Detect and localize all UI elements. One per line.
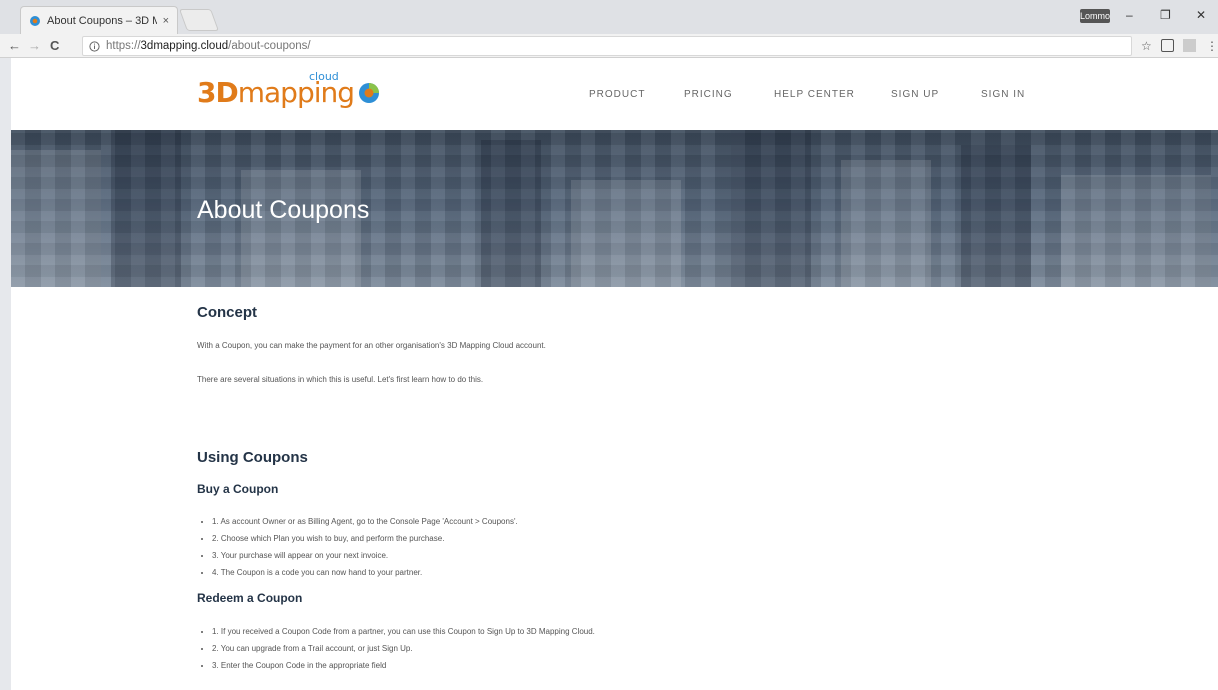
back-icon[interactable]: ←	[8, 38, 21, 53]
browser-tab-bar: About Coupons – 3D Ma × Lommo – ❐ ✕	[0, 0, 1218, 34]
paragraph: There are several situations in which th…	[197, 375, 484, 384]
nav-help-center[interactable]: HELP CENTER	[774, 89, 855, 100]
list-item: 3. Your purchase will appear on your nex…	[212, 551, 388, 560]
list-item: 2. Choose which Plan you wish to buy, an…	[212, 534, 444, 543]
browser-tab[interactable]: About Coupons – 3D Ma ×	[20, 6, 178, 34]
forward-icon[interactable]: →	[28, 38, 41, 53]
section-heading-using-coupons: Using Coupons	[197, 449, 308, 466]
list-item: 2. You can upgrade from a Trail account,…	[212, 644, 413, 653]
list-item: 1. As account Owner or as Billing Agent,…	[212, 517, 518, 526]
tab-title: About Coupons – 3D Ma	[47, 14, 157, 27]
new-tab-button[interactable]	[178, 9, 220, 31]
nav-pricing[interactable]: PRICING	[684, 89, 733, 100]
site-logo[interactable]: 3D mapping cloud	[197, 70, 380, 109]
page-title: About Coupons	[197, 196, 370, 224]
extension-icon[interactable]	[1183, 39, 1196, 52]
subheading-redeem-coupon: Redeem a Coupon	[197, 591, 303, 605]
nav-sign-up[interactable]: SIGN UP	[891, 89, 939, 100]
favicon-icon	[30, 15, 40, 26]
paragraph: With a Coupon, you can make the payment …	[197, 341, 546, 350]
section-heading-concept: Concept	[197, 304, 257, 321]
url-text: https://3dmapping.cloud/about-coupons/	[106, 40, 311, 52]
info-icon	[89, 40, 100, 52]
logo-mark-icon	[359, 83, 380, 103]
logo-prefix: 3D	[197, 76, 239, 109]
list-item: 1. If you received a Coupon Code from a …	[212, 627, 595, 636]
logo-superscript: cloud	[309, 70, 339, 83]
minimize-icon[interactable]: –	[1126, 8, 1133, 22]
hero-banner: About Coupons	[11, 130, 1218, 287]
profile-badge[interactable]: Lommo	[1080, 9, 1110, 23]
browser-toolbar: ← → C https://3dmapping.cloud/about-coup…	[0, 34, 1218, 58]
tab-close-icon[interactable]: ×	[163, 15, 169, 27]
nav-product[interactable]: PRODUCT	[589, 89, 645, 100]
extension-icon[interactable]	[1161, 39, 1174, 52]
menu-icon[interactable]: ⋮	[1206, 39, 1218, 53]
reload-icon[interactable]: C	[50, 38, 59, 53]
star-icon[interactable]: ☆	[1141, 39, 1154, 53]
restore-icon[interactable]: ❐	[1160, 8, 1171, 22]
subheading-buy-coupon: Buy a Coupon	[197, 482, 279, 496]
address-bar[interactable]: https://3dmapping.cloud/about-coupons/	[82, 36, 1132, 56]
list-item: 3. Enter the Coupon Code in the appropri…	[212, 661, 386, 670]
nav-sign-in[interactable]: SIGN IN	[981, 89, 1025, 100]
site-header: 3D mapping cloud PRODUCT PRICING HELP CEN…	[11, 58, 1218, 130]
close-window-icon[interactable]: ✕	[1196, 8, 1206, 22]
list-item: 4. The Coupon is a code you can now hand…	[212, 568, 422, 577]
web-page: 3D mapping cloud PRODUCT PRICING HELP CEN…	[11, 58, 1218, 690]
